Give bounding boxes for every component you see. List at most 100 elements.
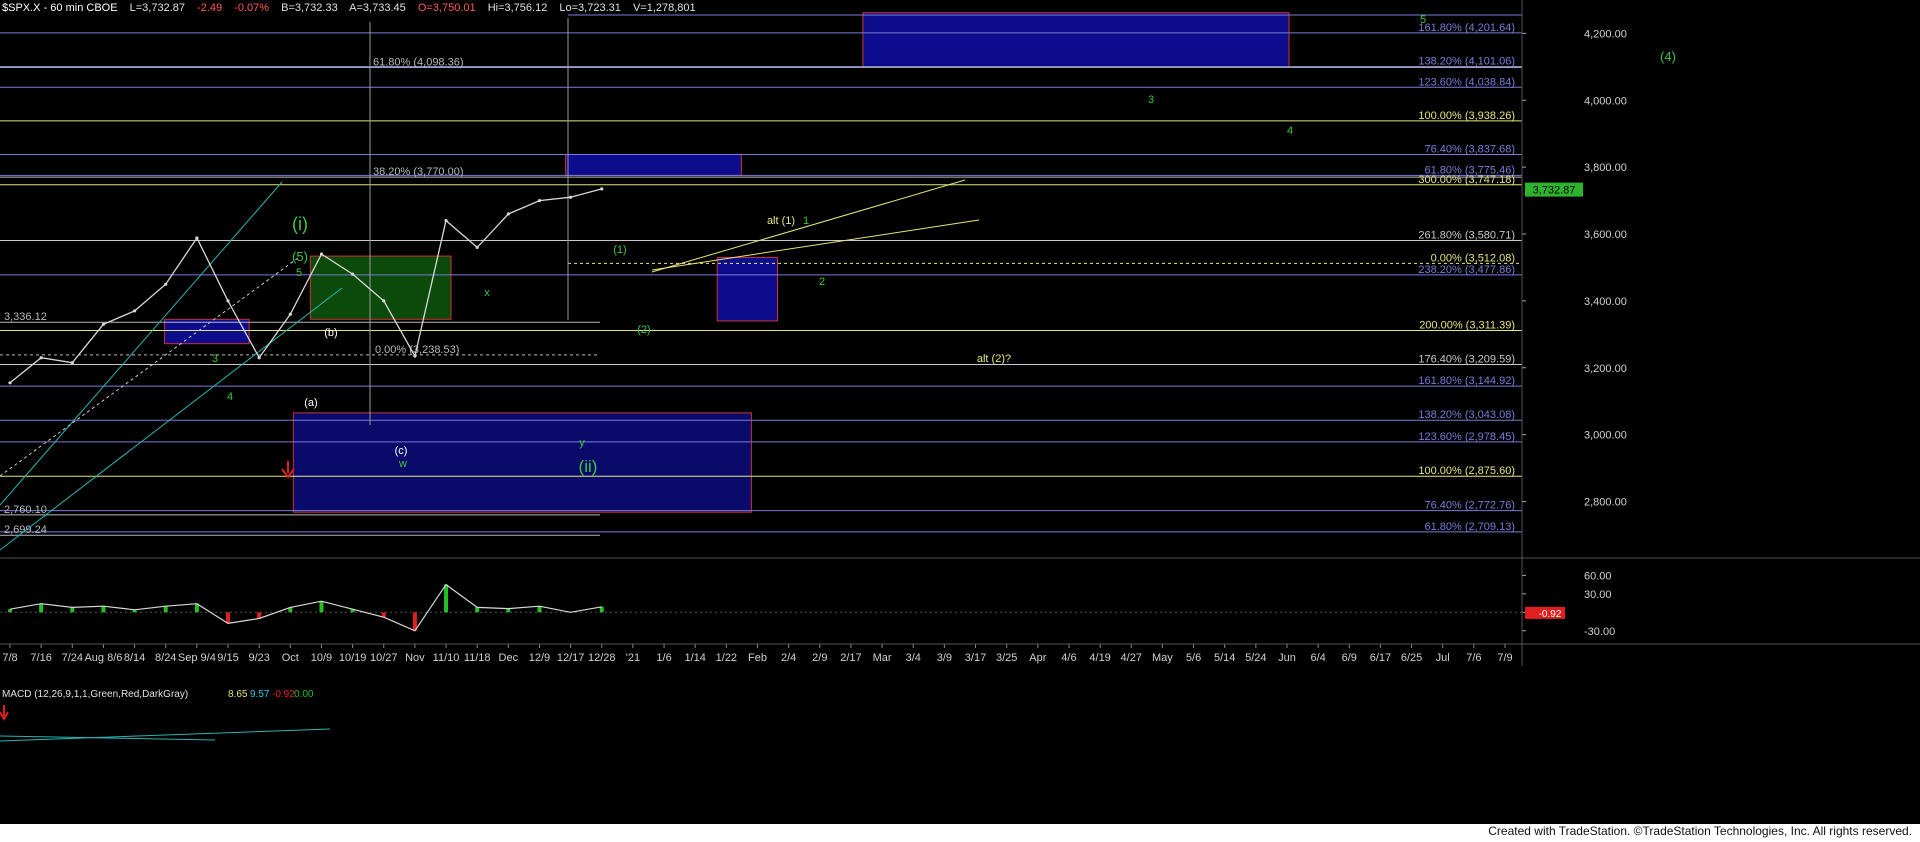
fib-label-12: 161.80% (3,144.92) — [1418, 375, 1515, 387]
time-label-2: 7/24 — [62, 652, 83, 664]
wave-label-15: 1 — [803, 215, 809, 227]
wave-label-11: (ii) — [579, 457, 598, 476]
price-chart[interactable]: 161.80% (4,201.64) 138.20% (4,101.06) 123.… — [0, 0, 1920, 842]
wave-label-0: (i) — [292, 214, 308, 234]
time-label-15: 11/18 — [464, 652, 491, 664]
wave-label-1: (5) — [292, 249, 308, 264]
time-label-12: 10/27 — [370, 652, 398, 664]
price-tick-label-3: 3,600.00 — [1584, 229, 1627, 241]
wave-label-21: (4) — [1660, 49, 1676, 64]
price-point-16 — [506, 212, 510, 216]
wave-label-5: (b) — [324, 327, 337, 339]
price-tick-label-4: 3,400.00 — [1584, 296, 1627, 308]
fib-label-2: 123.60% (4,038.84) — [1418, 76, 1515, 88]
wave-label-4: 4 — [227, 391, 233, 403]
time-label-31: 3/17 — [965, 652, 986, 664]
wave-label-8: w — [398, 458, 407, 470]
time-label-42: 6/4 — [1310, 652, 1325, 664]
left-label-1: 38.20% (3,770.00) — [373, 166, 464, 178]
macd-legend-name: MACD (12,26,9,1,1,Green,Red,DarkGray) — [2, 689, 188, 700]
open-price: O=3,750.01 — [417, 2, 476, 14]
price-point-1 — [39, 356, 43, 360]
high-price: Hi=3,756.12 — [487, 2, 548, 14]
time-label-23: 1/22 — [716, 652, 737, 664]
wave-label-6: (a) — [304, 397, 317, 409]
time-label-0: 7/8 — [2, 652, 17, 664]
price-point-18 — [569, 195, 573, 199]
price-point-14 — [444, 219, 448, 223]
price-point-0 — [8, 381, 12, 385]
time-label-36: 4/27 — [1121, 652, 1142, 664]
time-label-22: 1/14 — [684, 652, 705, 664]
time-label-8: 9/23 — [248, 652, 269, 664]
time-label-20: '21 — [626, 652, 640, 664]
wave-label-10: y — [579, 437, 585, 449]
time-label-39: 5/14 — [1214, 652, 1235, 664]
price-tick-label-2: 3,800.00 — [1584, 162, 1627, 174]
wave-label-18: 3 — [1148, 94, 1154, 106]
wave-label-3: 3 — [212, 353, 218, 365]
time-label-13: Nov — [405, 652, 425, 664]
volume: V=1,278,801 — [632, 2, 696, 14]
time-label-32: 3/25 — [996, 652, 1017, 664]
price-point-17 — [537, 198, 542, 203]
fib-label-17: 61.80% (2,709.13) — [1424, 521, 1515, 533]
pct-change: -0.07% — [234, 2, 270, 14]
wave-label-7: (c) — [395, 445, 408, 457]
time-label-14: 11/10 — [433, 652, 460, 664]
time-label-41: Jun — [1278, 652, 1296, 664]
wave-label-12: (1) — [613, 244, 626, 256]
time-label-27: 2/17 — [840, 652, 861, 664]
price-tick-label-0: 4,200.00 — [1584, 28, 1627, 40]
price-point-13 — [413, 354, 417, 358]
time-label-10: 10/9 — [311, 652, 332, 664]
time-label-3: Aug 8/6 — [84, 652, 122, 664]
fib-label-9: 238.20% (3,477.86) — [1418, 264, 1515, 276]
price-tick-label-6: 3,000.00 — [1584, 430, 1627, 442]
macd-hist-bar-2 — [70, 607, 75, 613]
price-point-6 — [195, 236, 199, 240]
fib-label-14: 123.60% (2,978.45) — [1418, 431, 1515, 443]
price-point-4 — [132, 309, 137, 313]
wave-label-14: alt (1) — [767, 215, 795, 227]
macd-legend-value-0: 8.65 — [228, 689, 248, 700]
time-label-28: Mar — [873, 652, 892, 664]
fib-label-15: 100.00% (2,875.60) — [1418, 465, 1515, 477]
fib-label-4: 76.40% (3,837.68) — [1424, 144, 1515, 156]
price-point-5 — [164, 282, 168, 286]
zone-lower-support — [292, 412, 752, 513]
macd-tick-label-1: 30.00 — [1584, 589, 1612, 601]
macd-hist-bar-14 — [444, 584, 449, 613]
fib-label-11: 176.40% (3,209.59) — [1418, 354, 1515, 366]
fib-label-16: 76.40% (2,772.76) — [1424, 500, 1515, 512]
macd-tick-label-0: 60.00 — [1584, 570, 1612, 582]
price-point-8 — [257, 356, 261, 360]
time-label-4: 8/14 — [124, 652, 145, 664]
time-label-9: Oct — [282, 652, 299, 664]
time-label-47: 7/6 — [1466, 652, 1481, 664]
macd-legend-value-3: 0.00 — [294, 689, 314, 700]
zone-wave-x — [309, 255, 452, 320]
wave-label-16: 2 — [819, 276, 825, 288]
price-point-11 — [351, 272, 355, 276]
time-label-17: 12/9 — [529, 652, 550, 664]
macd-hist-bar-15 — [475, 607, 480, 613]
time-label-6: Sep 9/4 — [178, 652, 216, 664]
fib-label-3: 100.00% (3,938.26) — [1418, 110, 1515, 122]
price-point-19 — [600, 187, 604, 191]
macd-hist-bar-5 — [163, 606, 168, 613]
time-label-44: 6/17 — [1370, 652, 1391, 664]
time-label-45: 6/25 — [1401, 652, 1422, 664]
fib-label-7: 261.80% (3,580.71) — [1418, 229, 1515, 241]
macd-hist-bar-0 — [8, 609, 12, 613]
symbol-name: $SPX.X - 60 min CBOE — [2, 2, 118, 14]
wave-label-17: alt (2)? — [977, 353, 1011, 365]
price-tick-label-5: 3,200.00 — [1584, 363, 1627, 375]
zone-wave-a — [164, 318, 250, 345]
price-tick-label-1: 4,000.00 — [1584, 95, 1627, 107]
left-label-4: 2,760.10 — [4, 504, 47, 516]
time-label-37: May — [1152, 652, 1173, 664]
time-label-48: 7/9 — [1497, 652, 1512, 664]
price-point-2 — [70, 361, 74, 365]
time-label-5: 8/24 — [155, 652, 176, 664]
